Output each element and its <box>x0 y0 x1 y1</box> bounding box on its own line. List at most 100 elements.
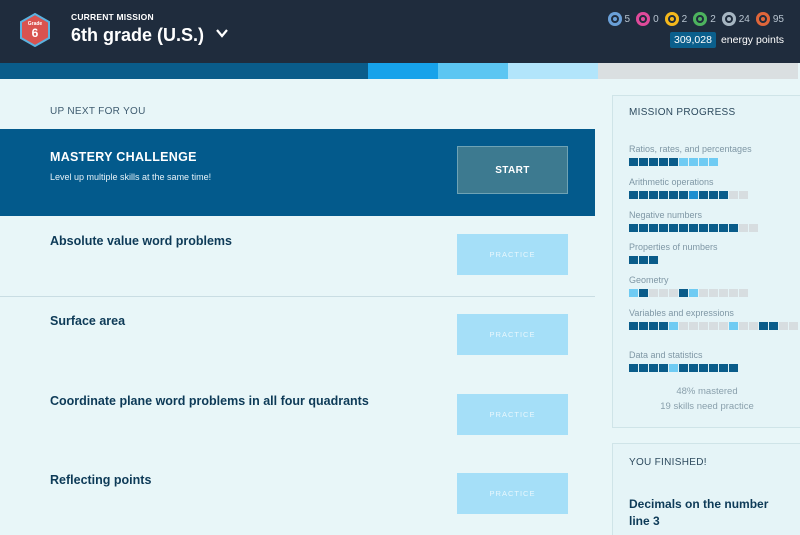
skill-cell[interactable] <box>669 322 678 330</box>
skill-title[interactable]: Absolute value word problems <box>50 234 232 248</box>
practice-button[interactable]: PRACTICE <box>457 234 568 275</box>
skill-cell[interactable] <box>689 224 698 232</box>
skill-cell[interactable] <box>779 322 788 330</box>
skill-cell[interactable] <box>639 256 648 264</box>
finished-skill-link[interactable]: Decimals on the number line 3 <box>629 496 789 530</box>
skill-cell[interactable] <box>649 289 658 297</box>
progress-category[interactable]: Variables and expressions <box>629 308 799 330</box>
skill-cell[interactable] <box>739 191 748 199</box>
skill-cell[interactable] <box>729 289 738 297</box>
skill-cell[interactable] <box>679 158 688 166</box>
skill-cell[interactable] <box>709 224 718 232</box>
skill-cell[interactable] <box>679 224 688 232</box>
practice-button[interactable]: PRACTICE <box>457 473 568 514</box>
skill-title[interactable]: Coordinate plane word problems in all fo… <box>50 394 369 408</box>
skill-cell[interactable] <box>639 191 648 199</box>
skill-cell[interactable] <box>639 289 648 297</box>
skill-cell[interactable] <box>629 322 638 330</box>
skill-cell[interactable] <box>699 158 708 166</box>
skill-cell[interactable] <box>659 364 668 372</box>
skill-cell[interactable] <box>729 322 738 330</box>
skill-cell[interactable] <box>629 289 638 297</box>
skill-cell[interactable] <box>739 224 748 232</box>
skill-cell[interactable] <box>629 256 638 264</box>
skill-cell[interactable] <box>699 191 708 199</box>
skill-cell[interactable] <box>629 364 638 372</box>
skill-cell[interactable] <box>709 191 718 199</box>
skill-cell[interactable] <box>669 224 678 232</box>
skill-cell[interactable] <box>669 191 678 199</box>
skill-cell[interactable] <box>789 322 798 330</box>
skill-cell[interactable] <box>689 364 698 372</box>
skill-cell[interactable] <box>749 322 758 330</box>
skill-cell[interactable] <box>649 322 658 330</box>
progress-category[interactable]: Geometry <box>629 275 799 297</box>
skill-cell[interactable] <box>679 364 688 372</box>
skill-cell[interactable] <box>649 158 658 166</box>
skill-cell[interactable] <box>709 322 718 330</box>
progress-category[interactable]: Arithmetic operations <box>629 177 799 199</box>
skill-cell[interactable] <box>719 224 728 232</box>
mastery-challenge-title: MASTERY CHALLENGE <box>50 150 197 164</box>
skill-cell[interactable] <box>639 224 648 232</box>
skill-title[interactable]: Reflecting points <box>50 473 151 487</box>
skill-cell[interactable] <box>699 322 708 330</box>
skill-cells <box>629 256 799 264</box>
skill-cell[interactable] <box>669 364 678 372</box>
skill-cell[interactable] <box>639 322 648 330</box>
skill-cell[interactable] <box>699 224 708 232</box>
skill-cell[interactable] <box>629 191 638 199</box>
skill-cell[interactable] <box>629 224 638 232</box>
skill-cell[interactable] <box>689 158 698 166</box>
skill-cell[interactable] <box>659 224 668 232</box>
skill-cell[interactable] <box>699 289 708 297</box>
skill-cell[interactable] <box>659 322 668 330</box>
practice-button[interactable]: PRACTICE <box>457 394 568 435</box>
skill-cell[interactable] <box>689 289 698 297</box>
skill-cells <box>629 191 799 199</box>
start-button[interactable]: START <box>457 146 568 194</box>
skill-cell[interactable] <box>689 322 698 330</box>
progress-category[interactable]: Ratios, rates, and percentages <box>629 144 799 166</box>
skill-cell[interactable] <box>719 191 728 199</box>
skill-cell[interactable] <box>759 322 768 330</box>
skill-cell[interactable] <box>719 289 728 297</box>
skill-cell[interactable] <box>669 289 678 297</box>
skill-cell[interactable] <box>649 191 658 199</box>
skill-cell[interactable] <box>659 289 668 297</box>
skill-cell[interactable] <box>649 364 658 372</box>
skill-title[interactable]: Surface area <box>50 314 125 328</box>
progress-category[interactable]: Data and statistics <box>629 350 799 372</box>
skill-cell[interactable] <box>659 158 668 166</box>
chevron-down-icon[interactable] <box>215 26 231 44</box>
skill-cell[interactable] <box>719 364 728 372</box>
grade-badge[interactable]: Grade 6 <box>20 13 50 47</box>
skill-cell[interactable] <box>649 256 658 264</box>
skill-cell[interactable] <box>739 289 748 297</box>
skill-cell[interactable] <box>739 322 748 330</box>
skill-cell[interactable] <box>629 158 638 166</box>
skill-cell[interactable] <box>649 224 658 232</box>
skill-cell[interactable] <box>659 191 668 199</box>
skill-cell[interactable] <box>729 191 738 199</box>
skill-cell[interactable] <box>729 224 738 232</box>
skill-cell[interactable] <box>689 191 698 199</box>
skill-cell[interactable] <box>679 191 688 199</box>
skill-cell[interactable] <box>709 158 718 166</box>
skill-cell[interactable] <box>699 364 708 372</box>
skill-cell[interactable] <box>729 364 738 372</box>
progress-category[interactable]: Properties of numbers <box>629 242 799 264</box>
practice-button[interactable]: PRACTICE <box>457 314 568 355</box>
skill-cell[interactable] <box>769 322 778 330</box>
skill-cell[interactable] <box>679 322 688 330</box>
skill-cell[interactable] <box>639 364 648 372</box>
skill-cell[interactable] <box>709 364 718 372</box>
skill-cell[interactable] <box>749 224 758 232</box>
skill-cell[interactable] <box>669 158 678 166</box>
skill-cell[interactable] <box>709 289 718 297</box>
progress-category[interactable]: Negative numbers <box>629 210 799 232</box>
skill-cell[interactable] <box>639 158 648 166</box>
mission-title[interactable]: 6th grade (U.S.) <box>71 25 204 46</box>
skill-cell[interactable] <box>719 322 728 330</box>
skill-cell[interactable] <box>679 289 688 297</box>
